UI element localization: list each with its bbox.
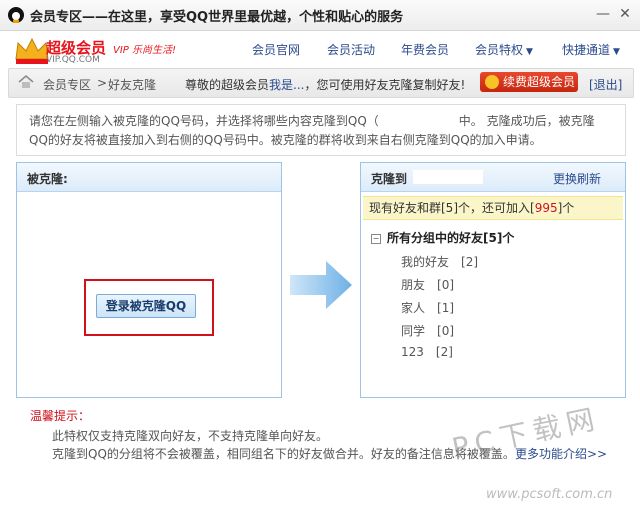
welcome-message: 尊敬的超级会员我是...，您可使用好友克隆复制好友! xyxy=(185,76,465,93)
panel-heading: 被克隆: xyxy=(27,172,68,186)
nav-label: 会员特权 xyxy=(475,43,524,57)
group-item[interactable]: 同学 [0] xyxy=(401,322,454,339)
target-qq-redacted xyxy=(413,170,483,184)
qq-penguin-icon xyxy=(8,7,24,23)
chevron-down-icon: ▼ xyxy=(526,47,533,57)
nav-member-site[interactable]: 会员官网 xyxy=(252,41,300,58)
renew-super-member-button[interactable]: 续费超级会员 xyxy=(480,72,578,92)
tip-line: 克隆到QQ的分组将不会被覆盖，相同组名下的好友做合并。好友的备注信息将被覆盖。 xyxy=(52,447,515,461)
nav-label: 会员官网 xyxy=(252,43,301,57)
group-name: 朋友 xyxy=(401,278,426,292)
group-count: [0] xyxy=(437,278,455,292)
group-name: 家人 xyxy=(401,301,426,315)
nav-member-privileges[interactable]: 会员特权 ▼ xyxy=(475,41,533,58)
instruction-line-2: QQ的好友将被直接加入到右侧的QQ号码中。被克隆的群将收到来自右侧克隆到QQ的加… xyxy=(29,133,542,147)
right-arrow-icon xyxy=(290,261,352,309)
instruction-box: 请您在左侧输入被克隆的QQ号码，并选择将哪些内容克隆到QQ（ 中。 克隆成功后，被… xyxy=(16,104,626,156)
logout-link[interactable]: [退出] xyxy=(589,76,622,93)
nav-annual-member[interactable]: 年费会员 xyxy=(401,41,449,58)
group-count: [2] xyxy=(435,345,453,359)
watermark-url: www.pcsoft.com.cn xyxy=(486,487,613,502)
group-count: [1] xyxy=(437,301,455,315)
nav-label: 快捷通道 xyxy=(562,43,611,57)
group-name: 我的好友 xyxy=(401,255,450,269)
instruction-text: 请您在左侧输入被克隆的QQ号码，并选择将哪些内容克隆到QQ（ xyxy=(29,114,379,128)
refresh-link[interactable]: 更换刷新 xyxy=(553,170,601,187)
breadcrumb-current: 好友克隆 xyxy=(108,78,157,92)
group-count: [2] xyxy=(461,255,479,269)
renew-label: 续费超级会员 xyxy=(503,75,576,89)
nav-quick-access[interactable]: 快捷通道 ▼ xyxy=(562,41,620,58)
group-item[interactable]: 朋友 [0] xyxy=(401,276,454,293)
nav-label: 会员活动 xyxy=(327,43,376,57)
friend-quota-bar: 现有好友和群[5]个，还可加入[995]个 xyxy=(363,196,623,220)
user-nickname: 我是... xyxy=(269,78,305,92)
quota-text: ]个 xyxy=(557,201,575,215)
window-title-bar: 会员专区——在这里，享受QQ世界里最优越，个性和贴心的服务 — ✕ xyxy=(0,0,640,31)
instruction-line-1: 请您在左侧输入被克隆的QQ号码，并选择将哪些内容克隆到QQ（ 中。 克隆成功后，被… xyxy=(29,112,595,129)
group-item[interactable]: 123 [2] xyxy=(401,345,453,359)
login-source-qq-button[interactable]: 登录被克隆QQ xyxy=(96,294,196,318)
quota-text: 现有好友和群[5]个，还可加入[ xyxy=(369,201,535,215)
close-button[interactable]: ✕ xyxy=(616,5,634,23)
breadcrumb: 会员专区 > 好友克隆 尊敬的超级会员我是...，您可使用好友克隆复制好友! 续… xyxy=(8,68,634,98)
group-name: 123 xyxy=(401,345,424,359)
home-icon[interactable] xyxy=(18,74,34,90)
panel-header: 被克隆: xyxy=(17,163,281,192)
nav-member-events[interactable]: 会员活动 xyxy=(327,41,375,58)
breadcrumb-home[interactable]: 会员专区 xyxy=(43,76,91,93)
clone-target-panel: 克隆到 更换刷新 现有好友和群[5]个，还可加入[995]个 − 所有分组中的好友… xyxy=(360,162,626,398)
chevron-down-icon: ▼ xyxy=(613,47,620,57)
welcome-suffix: ，您可使用好友克隆复制好友! xyxy=(304,78,466,92)
minimize-button[interactable]: — xyxy=(594,5,612,23)
welcome-prefix: 尊敬的超级会员 xyxy=(185,78,270,92)
tips-title: 温馨提示： xyxy=(30,409,91,423)
group-count: [0] xyxy=(437,324,455,338)
window-title: 会员专区——在这里，享受QQ世界里最优越，个性和贴心的服务 xyxy=(30,10,404,25)
group-root-label: 所有分组中的好友[5]个 xyxy=(387,231,515,245)
instruction-text: 中。 克隆成功后，被克隆 xyxy=(458,114,595,128)
group-tree-root[interactable]: − 所有分组中的好友[5]个 xyxy=(371,229,514,246)
tip-line: 此特权仅支持克隆双向好友，不支持克隆单向好友。 xyxy=(52,429,329,443)
logo-tagline: VIP 乐尚生活! xyxy=(113,45,177,56)
logo-subtitle: VIP.QQ.COM xyxy=(46,55,100,65)
collapse-icon[interactable]: − xyxy=(371,233,381,244)
group-name: 同学 xyxy=(401,324,426,338)
header: 超级会员 VIP.QQ.COM VIP 乐尚生活! 会员官网 会员活动 年费会员… xyxy=(0,31,640,67)
group-item[interactable]: 家人 [1] xyxy=(401,299,454,316)
quota-remaining: 995 xyxy=(534,201,558,215)
panel-heading: 克隆到 xyxy=(371,172,408,186)
panel-header: 克隆到 更换刷新 xyxy=(361,163,625,192)
nav-label: 年费会员 xyxy=(401,43,450,57)
group-item[interactable]: 我的好友 [2] xyxy=(401,253,478,270)
breadcrumb-separator: > xyxy=(97,76,108,90)
crown-icon xyxy=(485,75,499,89)
